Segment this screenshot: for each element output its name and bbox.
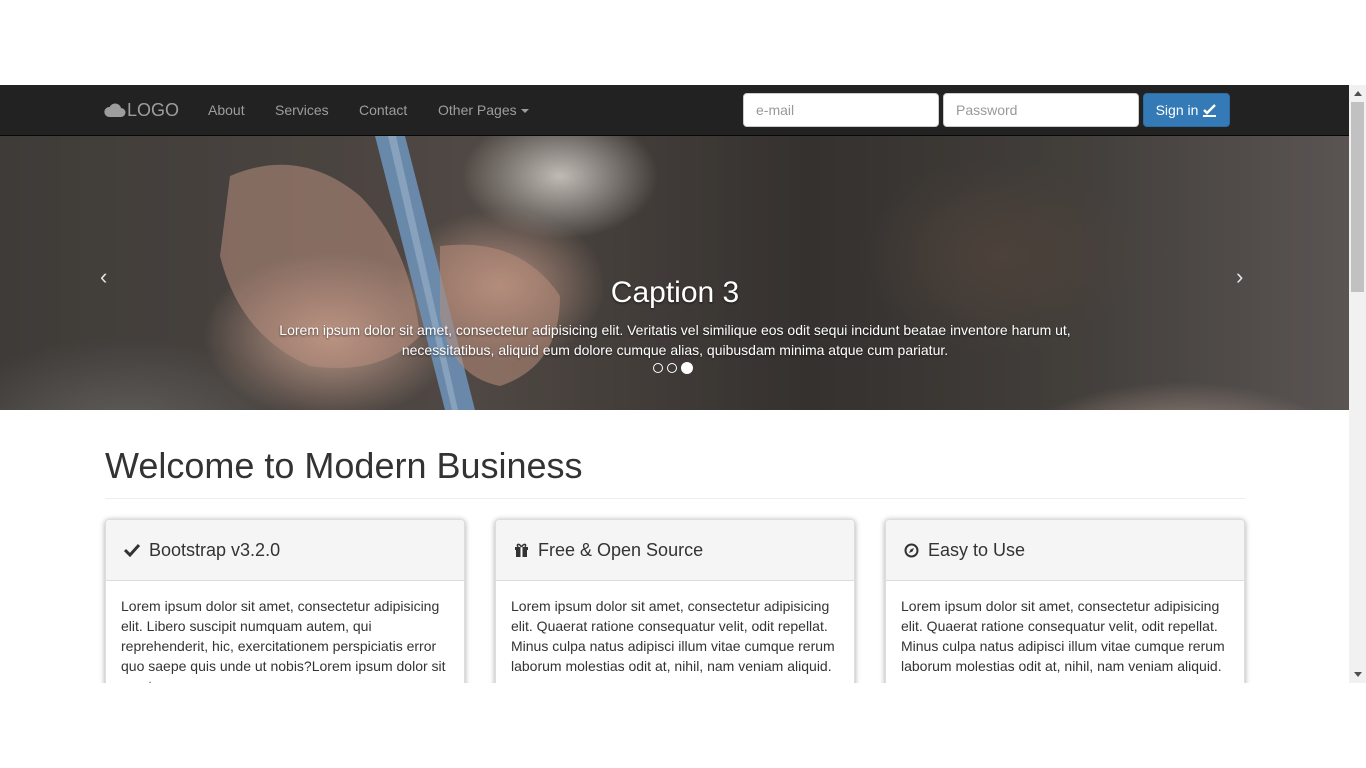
caret-down-icon — [520, 109, 529, 114]
sign-in-label: Sign in — [1155, 102, 1199, 118]
carousel-indicator-3[interactable] — [681, 362, 693, 374]
panel-title: Free & Open Source — [538, 539, 704, 560]
email-input[interactable] — [743, 93, 939, 127]
carousel-caption: Caption 3 Lorem ipsum dolor sit amet, co… — [260, 276, 1090, 360]
page-heading: Welcome to Modern Business — [105, 445, 583, 486]
compass-icon — [904, 543, 919, 557]
feature-panel: Easy to Use Lorem ipsum dolor sit amet, … — [885, 519, 1245, 683]
carousel-next-control[interactable]: › — [1236, 264, 1243, 290]
panel-heading: Free & Open Source — [496, 520, 854, 581]
carousel-indicators — [653, 362, 693, 374]
check-edit-icon — [1203, 103, 1217, 117]
page: LOGO About Services Contact Other Pages … — [0, 85, 1349, 683]
nav-contact[interactable]: Contact — [359, 85, 407, 135]
nav-services[interactable]: Services — [275, 85, 329, 135]
panel-body: Lorem ipsum dolor sit amet, consectetur … — [511, 598, 835, 674]
scroll-up-arrow-icon[interactable] — [1349, 85, 1366, 102]
check-icon — [124, 543, 140, 557]
scrollbar-thumb[interactable] — [1351, 102, 1364, 292]
scroll-down-arrow-icon[interactable] — [1349, 666, 1366, 683]
browser-viewport: LOGO About Services Contact Other Pages … — [0, 85, 1366, 683]
heading-divider — [105, 498, 1245, 499]
cloud-icon — [104, 103, 126, 117]
panel-heading: Bootstrap v3.2.0 — [106, 520, 464, 581]
nav-other-pages-dropdown[interactable]: Other Pages — [438, 85, 529, 135]
panel-heading: Easy to Use — [886, 520, 1244, 581]
feature-panel: Free & Open Source Lorem ipsum dolor sit… — [495, 519, 855, 683]
brand-text: LOGO — [127, 99, 180, 120]
caption-title: Caption 3 — [610, 276, 740, 309]
password-input[interactable] — [943, 93, 1139, 127]
sign-in-button[interactable]: Sign in — [1143, 93, 1230, 127]
gift-icon — [515, 543, 528, 557]
nav-about[interactable]: About — [208, 85, 245, 135]
hero-carousel: ‹ › Caption 3 Lorem ipsum dolor sit amet… — [0, 136, 1349, 410]
panel-body: Lorem ipsum dolor sit amet, consectetur … — [121, 598, 446, 683]
carousel-prev-control[interactable]: ‹ — [100, 264, 107, 290]
panel-title: Easy to Use — [928, 539, 1026, 560]
carousel-indicator-1[interactable] — [653, 363, 663, 373]
navbar: LOGO About Services Contact Other Pages … — [0, 85, 1349, 136]
vertical-scrollbar[interactable] — [1349, 85, 1366, 683]
panel-title: Bootstrap v3.2.0 — [149, 539, 281, 560]
panel-body: Lorem ipsum dolor sit amet, consectetur … — [901, 598, 1225, 674]
caption-text: Lorem ipsum dolor sit amet, consectetur … — [279, 322, 1071, 358]
brand-logo[interactable]: LOGO — [104, 85, 179, 135]
carousel-indicator-2[interactable] — [667, 363, 677, 373]
nav-other-pages-label: Other Pages — [438, 102, 517, 118]
feature-panel: Bootstrap v3.2.0 Lorem ipsum dolor sit a… — [105, 519, 465, 683]
